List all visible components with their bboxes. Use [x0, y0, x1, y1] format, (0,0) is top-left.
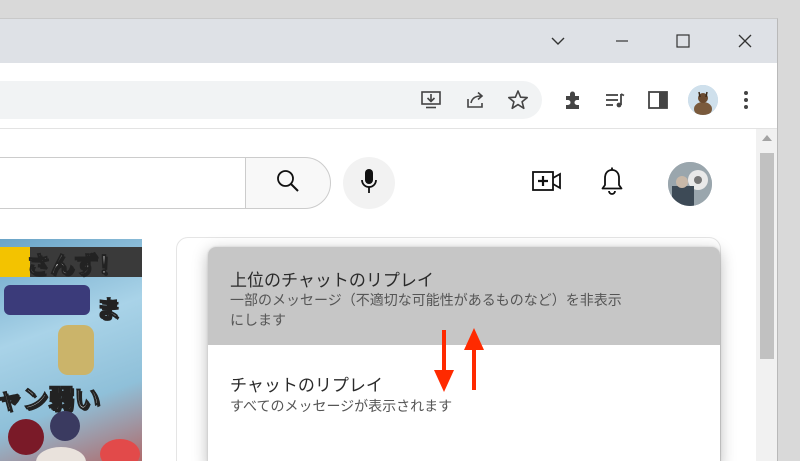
swap-arrows-overlay: [434, 328, 484, 392]
chevron-down-icon: [550, 36, 566, 46]
video-sprite-3: [36, 447, 86, 461]
profile-avatar[interactable]: [688, 85, 718, 115]
search-icon: [275, 168, 301, 198]
search-input[interactable]: [0, 157, 245, 209]
menu-item-desc-line1: すべてのメッセージが表示されます: [230, 399, 453, 415]
video-caption-3: ャン弱い: [0, 385, 101, 416]
create-video-button[interactable]: [527, 163, 567, 203]
bell-icon: [600, 167, 624, 199]
bookmark-star-icon[interactable]: [503, 85, 533, 115]
vertical-scrollbar[interactable]: [756, 129, 777, 461]
tab-search-button[interactable]: [527, 19, 589, 63]
scroll-up-arrow[interactable]: [762, 135, 772, 141]
more-vert-icon[interactable]: [731, 85, 761, 115]
maximize-icon: [676, 34, 690, 48]
menu-item-title: チャットのリプレイ: [230, 376, 383, 396]
title-bar: [0, 19, 777, 63]
install-icon[interactable]: [416, 85, 446, 115]
video-figure: [58, 325, 94, 375]
close-button[interactable]: [714, 19, 776, 63]
video-sprite-4: [100, 439, 140, 461]
reading-list-icon[interactable]: [600, 85, 630, 115]
close-icon: [738, 34, 752, 48]
video-sprite-1: [8, 419, 44, 455]
maximize-button[interactable]: [652, 19, 714, 63]
video-hud: [4, 285, 90, 315]
notifications-button[interactable]: [592, 163, 632, 203]
video-caption-2: ま: [96, 295, 121, 324]
voice-search-button[interactable]: [343, 157, 395, 209]
extensions-icon[interactable]: [558, 85, 588, 115]
create-video-icon: [532, 170, 562, 196]
menu-item-title: 上位のチャットのリプレイ: [230, 271, 434, 291]
menu-item-desc-line2: にします: [230, 313, 286, 329]
video-sprite-2: [50, 411, 80, 441]
mic-icon: [360, 168, 378, 198]
account-avatar[interactable]: [668, 162, 712, 206]
minimize-icon: [615, 39, 629, 43]
search-button[interactable]: [245, 157, 331, 209]
video-player[interactable]: さんず！ ま ャン弱い: [0, 239, 142, 461]
menu-item-desc-line1: 一部のメッセージ（不適切な可能性があるものなど）を非表示: [230, 293, 622, 309]
video-caption-1: さんず！: [26, 251, 123, 280]
minimize-button[interactable]: [591, 19, 653, 63]
side-panel-icon[interactable]: [643, 85, 673, 115]
scroll-thumb[interactable]: [760, 153, 774, 359]
share-icon[interactable]: [461, 85, 491, 115]
browser-toolbar: [0, 63, 777, 129]
